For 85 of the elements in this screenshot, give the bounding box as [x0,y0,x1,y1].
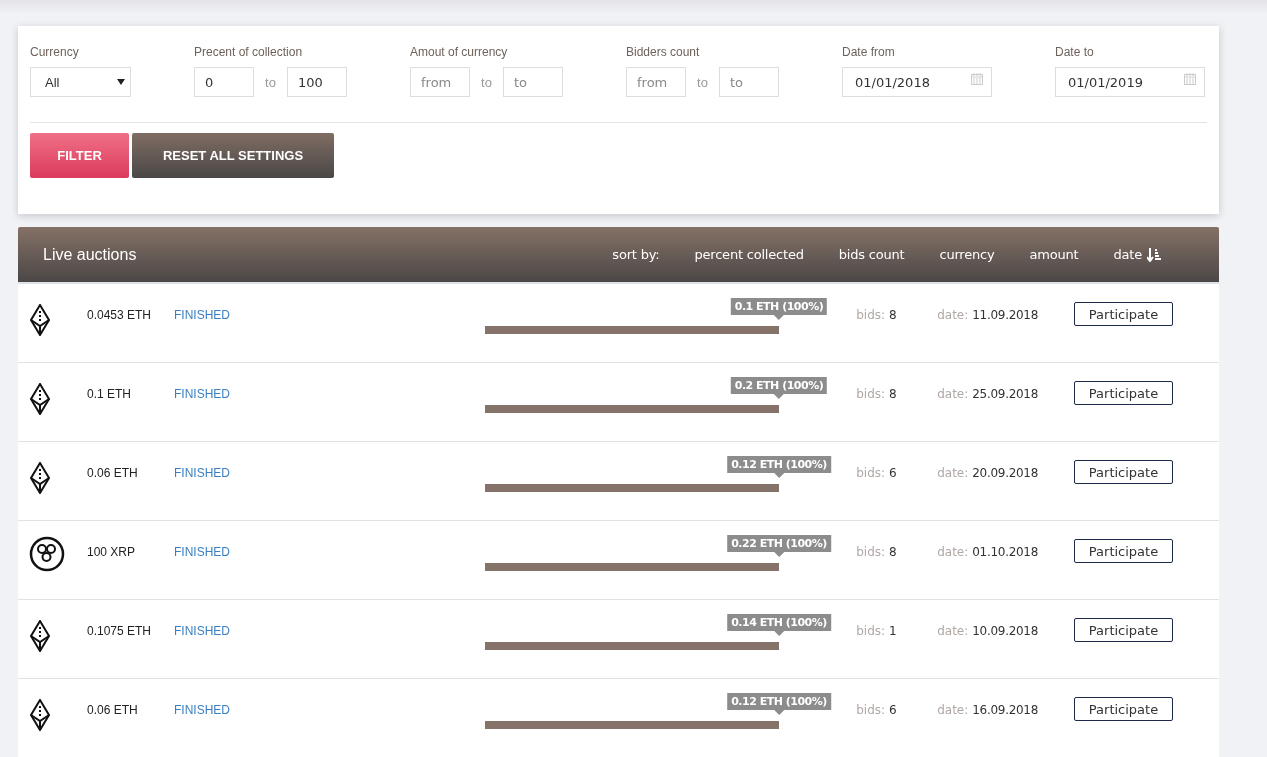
participate-button[interactable]: Participate [1074,618,1173,642]
range-separator: to [696,74,709,90]
bids-label: bids: [856,308,886,324]
range-input[interactable]: to [719,67,779,97]
bids-count: 8 [889,545,897,561]
tooltip-pointer-icon [774,473,784,478]
tooltip-pointer-icon [774,552,784,557]
status-text: FINISHED [174,386,231,403]
range-input[interactable]: from [410,67,470,97]
date-input[interactable]: 01/01/2018 [842,67,992,97]
diamond-coin-icon [29,304,51,336]
amount-text: 0.06 ETH [87,465,139,482]
field-label: Date from [842,45,896,59]
bids-label: bids: [856,703,886,719]
field-label: Bidders count [626,45,701,59]
diamond-coin-icon [29,620,51,652]
sort-option[interactable]: currency [939,247,995,262]
bids-count: 8 [889,387,897,403]
date-label: date: [937,624,969,640]
status-text: FINISHED [174,544,231,561]
bids-label: bids: [856,387,886,403]
bids-count: 6 [889,703,897,719]
bids-label: bids: [856,466,886,482]
date-label: date: [937,387,969,403]
field-label: Currency [30,45,80,59]
tooltip-pointer-icon [774,631,784,636]
amount-text: 100 XRP [87,544,137,561]
bids-count: 6 [889,466,897,482]
date-value: 20.09.2018 [972,466,1038,482]
date-value: 16.09.2018 [972,703,1038,719]
date-input[interactable]: 01/01/2019 [1055,67,1205,97]
sort-label: sort by: [612,247,660,262]
range-separator: to [264,74,277,90]
participate-button[interactable]: Participate [1074,697,1173,721]
calendar-icon [1184,73,1196,85]
bids-label: bids: [856,624,886,640]
triple-loop-coin-icon [29,536,65,572]
section-title: Live auctions [43,245,138,264]
tooltip-pointer-icon [774,394,784,399]
caret-icon [117,79,125,85]
calendar-icon [971,73,983,85]
status-text: FINISHED [174,465,231,482]
amount-text: 0.06 ETH [87,702,139,719]
field-label: Precent of collection [194,45,304,59]
amount-text: 0.1075 ETH [87,623,153,640]
status-text: FINISHED [174,307,231,324]
field-label: Date to [1055,45,1095,59]
range-input[interactable]: to [503,67,563,97]
date-value: 01.10.2018 [972,545,1038,561]
status-text: FINISHED [174,702,231,719]
range-input[interactable]: 0 [194,67,254,97]
bids-count: 8 [889,308,897,324]
range-input[interactable]: 100 [287,67,347,97]
diamond-coin-icon [29,699,51,731]
sort-option[interactable]: percent collected [694,247,804,262]
reset-button[interactable]: RESET ALL SETTINGS [132,133,334,178]
tooltip-pointer-icon [774,710,784,715]
sort-descending-icon [1147,247,1161,262]
bids-count: 1 [889,624,897,640]
currency-select[interactable]: All [30,67,131,97]
bids-label: bids: [856,545,886,561]
participate-button[interactable]: Participate [1074,302,1173,326]
status-text: FINISHED [174,623,231,640]
sort-option[interactable]: amount [1029,247,1079,262]
date-label: date: [937,308,969,324]
date-value: 11.09.2018 [972,308,1038,324]
filter-button[interactable]: FILTER [30,133,129,178]
sort-option[interactable]: bids count [838,247,905,262]
amount-text: 0.1 ETH [87,386,132,403]
participate-button[interactable]: Participate [1074,460,1173,484]
date-label: date: [937,703,969,719]
date-label: date: [937,466,969,482]
participate-button[interactable]: Participate [1074,381,1173,405]
sort-option[interactable]: date [1113,247,1161,262]
diamond-coin-icon [29,383,51,415]
range-input[interactable]: from [626,67,686,97]
tooltip-pointer-icon [774,315,784,320]
field-label: Amout of currency [410,45,509,59]
date-value: 25.09.2018 [972,387,1038,403]
range-separator: to [480,74,493,90]
diamond-coin-icon [29,462,51,494]
amount-text: 0.0453 ETH [87,307,153,324]
participate-button[interactable]: Participate [1074,539,1173,563]
date-label: date: [937,545,969,561]
date-value: 10.09.2018 [972,624,1038,640]
